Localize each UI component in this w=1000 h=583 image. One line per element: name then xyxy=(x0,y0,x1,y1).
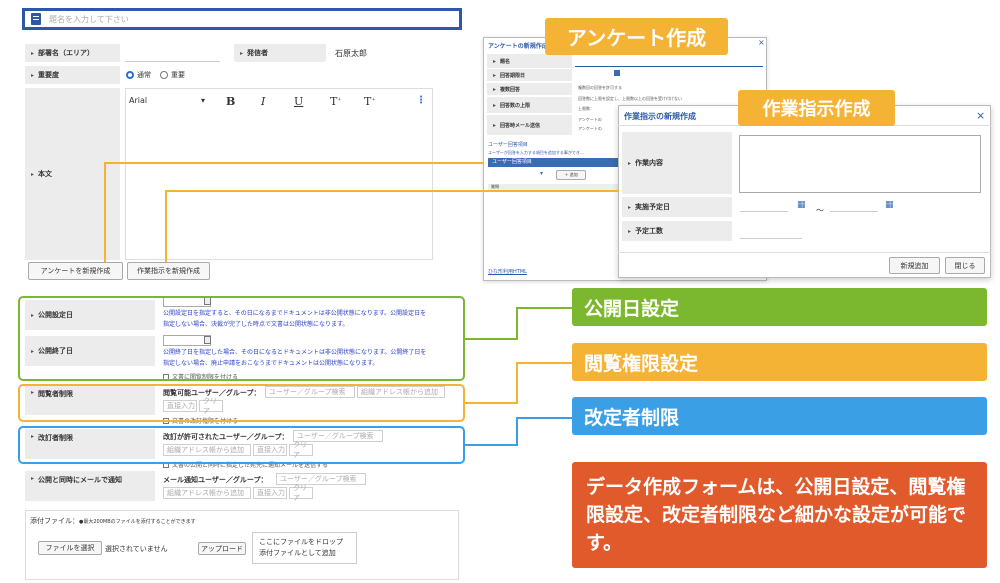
no-file-text: 選択されていません xyxy=(105,545,168,553)
edit-connector xyxy=(516,417,518,446)
publish-connector xyxy=(465,338,517,340)
survey-connector xyxy=(104,162,484,164)
user-items-note: ユーザーが回答を入力する項目を追加する事ができ… xyxy=(488,150,584,155)
importance-normal-radio[interactable]: 通常 xyxy=(126,70,151,80)
superscript-button[interactable]: T+ xyxy=(330,95,342,108)
document-icon xyxy=(31,13,41,25)
survey-callout: アンケート作成 xyxy=(545,18,728,55)
survey-limit-option[interactable]: 回答数に上限を設定し、上限数以上の回答を受け付けない xyxy=(578,96,682,102)
chevron-down-icon: ▾ xyxy=(200,96,205,105)
view-connector xyxy=(465,402,517,404)
title-placeholder: 題名を入力して下さい xyxy=(49,14,129,24)
user-items-title: ユーザー回答項目 xyxy=(488,142,528,148)
survey-limit-count: 上限数： xyxy=(578,106,594,111)
more-options-icon[interactable]: ⋮ xyxy=(416,95,426,106)
calendar-icon[interactable]: ▦ xyxy=(885,200,894,210)
drop-zone[interactable]: ここにファイルをドロップ 添付ファイルとして追加 xyxy=(252,532,357,564)
task-close-button[interactable]: 閉じる xyxy=(945,257,985,274)
summary-callout: データ作成フォームは、公開日設定、閲覧権限設定、改定者制限など細かな設定が可能で… xyxy=(572,462,987,568)
font-select[interactable]: Arial ▾ xyxy=(129,96,205,105)
close-icon[interactable]: × xyxy=(758,38,765,47)
notify-users-label: メール通知ユーザー／グループ： xyxy=(163,476,268,484)
bold-button[interactable]: B xyxy=(226,95,235,108)
choose-file-button[interactable]: ファイルを選択 xyxy=(38,541,102,555)
task-effort-label: 予定工数 xyxy=(622,221,732,241)
title-field[interactable]: 題名を入力して下さい xyxy=(22,8,462,30)
task-effort-input[interactable] xyxy=(740,238,802,239)
edit-callout: 改定者制限 xyxy=(572,397,987,435)
task-connector xyxy=(165,190,167,262)
survey-dialog-title: アンケートの新規作成 xyxy=(488,43,548,50)
task-date-label: 実施予定日 xyxy=(622,197,732,217)
survey-multi-label: 複数回答 xyxy=(487,83,572,95)
survey-multi-option[interactable]: 複数回の回答を許可する xyxy=(578,85,622,91)
task-date-end[interactable] xyxy=(830,211,878,212)
task-content-label: 作業内容 xyxy=(622,132,732,194)
survey-mail-option-1[interactable]: アンケートの xyxy=(578,117,602,123)
sender-value: 石原太郎 xyxy=(335,49,367,58)
survey-connector xyxy=(104,162,106,262)
survey-title-label: 題名 xyxy=(487,54,572,68)
edit-connector xyxy=(465,444,517,446)
task-add-button[interactable]: 新規追加 xyxy=(889,257,940,274)
clear-button[interactable]: クリア xyxy=(289,484,313,502)
create-survey-button[interactable]: アンケートを新規作成 xyxy=(28,262,123,280)
task-dialog-title: 作業指示の新規作成 xyxy=(624,112,696,121)
survey-title-input[interactable] xyxy=(575,66,763,67)
survey-limit-label: 回答数の上限 xyxy=(487,97,572,113)
direct-input-button[interactable]: 直接入力 xyxy=(253,487,287,499)
task-callout: 作業指示作成 xyxy=(738,90,895,126)
task-footer-divider xyxy=(618,252,991,253)
body-editor[interactable] xyxy=(125,88,433,260)
publish-callout: 公開日設定 xyxy=(572,288,987,326)
task-date-start[interactable] xyxy=(740,211,788,212)
view-callout: 閲覧権限設定 xyxy=(572,343,987,381)
survey-mail-option-2[interactable]: アンケートの xyxy=(578,126,602,132)
chevron-down-icon[interactable]: ▾ xyxy=(540,170,543,177)
task-content-textarea[interactable] xyxy=(739,135,981,193)
dept-label: 部署名（エリア） xyxy=(25,44,120,62)
survey-mail-label: 回答時メール送信 xyxy=(487,115,572,135)
publish-connector xyxy=(516,307,572,309)
calendar-icon[interactable]: ▦ xyxy=(797,200,806,210)
close-icon[interactable]: × xyxy=(976,109,985,122)
importance-label: 重要度 xyxy=(25,66,120,84)
view-frame xyxy=(18,384,465,422)
italic-button[interactable]: I xyxy=(261,95,265,108)
sender-label: 発信者 xyxy=(234,44,326,62)
calendar-icon[interactable] xyxy=(614,70,620,76)
user-group-search-input[interactable]: ユーザー／グループ検索 xyxy=(276,473,366,485)
dept-input[interactable] xyxy=(125,61,220,62)
edit-frame xyxy=(18,426,465,464)
range-separator: ～ xyxy=(816,206,824,215)
importance-high-radio[interactable]: 重要 xyxy=(160,70,185,80)
address-book-add-button[interactable]: 組織アドレス帳から追加 xyxy=(163,487,251,499)
task-connector xyxy=(165,190,619,192)
publish-frame xyxy=(18,296,465,381)
view-connector xyxy=(516,362,518,404)
view-connector xyxy=(516,362,572,364)
add-item-button[interactable]: ＋ 追加 xyxy=(556,170,586,180)
notify-label: 公開と同時にメールで通知 xyxy=(25,471,155,501)
subscript-button[interactable]: T+ xyxy=(364,95,376,108)
upload-button[interactable]: アップロード xyxy=(198,542,246,555)
survey-footer-link[interactable]: ひな形利用HTML xyxy=(488,268,527,275)
publish-connector xyxy=(516,307,518,340)
create-task-button[interactable]: 作業指示を新規作成 xyxy=(127,262,210,280)
underline-button[interactable]: U xyxy=(294,95,303,108)
user-items-bar: ユーザー回答項目 xyxy=(488,158,618,167)
survey-deadline-label: 回答期限日 xyxy=(487,69,572,81)
attach-label: 添付ファイル： ●最大200MBのファイルを添付することができます xyxy=(30,517,196,525)
edit-connector xyxy=(516,417,572,419)
